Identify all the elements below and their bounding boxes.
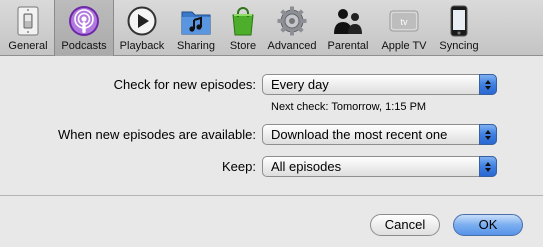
episodes-available-popup[interactable]: Download the most recent one: [262, 124, 497, 145]
divider: [0, 195, 543, 196]
episodes-available-row: When new episodes are available: Downloa…: [0, 124, 543, 146]
light-switch-icon: [12, 5, 44, 37]
tab-apple-tv-label: Apple TV: [381, 40, 427, 52]
tab-general[interactable]: General: [2, 0, 54, 56]
parents-icon: [332, 5, 364, 37]
ok-button[interactable]: OK: [453, 214, 523, 236]
check-frequency-label: Check for new episodes:: [113, 77, 256, 92]
tab-parental[interactable]: Parental: [320, 0, 376, 56]
apple-tv-icon: tv: [388, 5, 420, 37]
next-check-text: Next check: Tomorrow, 1:15 PM: [271, 101, 427, 113]
tab-parental-label: Parental: [327, 40, 369, 52]
episodes-available-value: Download the most recent one: [271, 127, 448, 142]
keep-popup[interactable]: All episodes: [262, 156, 497, 177]
tab-playback[interactable]: Playback: [114, 0, 170, 56]
tab-playback-label: Playback: [119, 40, 165, 52]
svg-text:tv: tv: [400, 17, 408, 27]
tab-general-label: General: [8, 40, 48, 52]
play-icon: [126, 5, 158, 37]
tab-sharing-label: Sharing: [177, 40, 215, 52]
tab-advanced[interactable]: Advanced: [264, 0, 320, 56]
tab-podcasts[interactable]: Podcasts: [54, 0, 114, 56]
tab-apple-tv[interactable]: tv Apple TV: [376, 0, 432, 56]
tab-sharing[interactable]: Sharing: [170, 0, 222, 56]
cancel-button[interactable]: Cancel: [370, 214, 440, 236]
tab-store[interactable]: Store: [222, 0, 264, 56]
tab-advanced-label: Advanced: [267, 40, 317, 52]
keep-value: All episodes: [271, 159, 342, 174]
podcast-icon: [68, 5, 100, 37]
keep-label: Keep:: [222, 159, 256, 174]
keep-row: Keep: All episodes: [0, 156, 543, 178]
podcasts-preferences-pane: Check for new episodes: Every day Next c…: [0, 57, 543, 247]
tab-podcasts-label: Podcasts: [61, 40, 107, 52]
tab-store-label: Store: [229, 40, 257, 52]
iphone-icon: [443, 5, 475, 37]
gear-icon: [276, 5, 308, 37]
episodes-available-label: When new episodes are available:: [57, 127, 256, 142]
preferences-toolbar: General Podcasts Playback Sharing Store …: [0, 0, 543, 56]
popup-arrows-icon: [479, 156, 497, 177]
music-folder-icon: [180, 5, 212, 37]
tab-syncing-label: Syncing: [439, 40, 479, 52]
popup-arrows-icon: [479, 74, 497, 95]
shopping-bag-icon: [227, 5, 259, 37]
tab-syncing[interactable]: Syncing: [432, 0, 486, 56]
popup-arrows-icon: [479, 124, 497, 145]
check-frequency-value: Every day: [271, 77, 329, 92]
check-frequency-row: Check for new episodes: Every day: [0, 74, 543, 96]
check-frequency-popup[interactable]: Every day: [262, 74, 497, 95]
